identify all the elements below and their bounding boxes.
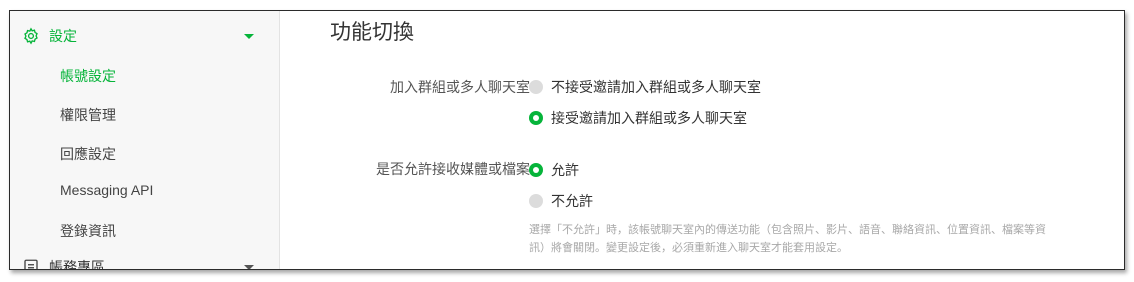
radio-label: 不允許 bbox=[551, 193, 593, 209]
radio-disallow[interactable]: 不允許 bbox=[529, 191, 593, 211]
sidebar-section-label: 帳務專區 bbox=[49, 259, 105, 270]
sidebar-item-permissions[interactable]: 權限管理 bbox=[60, 105, 116, 125]
sidebar: 設定 帳號設定 權限管理 回應設定 Messaging API 登錄資訊 帳務專… bbox=[10, 11, 280, 269]
sidebar-section-label: 設定 bbox=[49, 28, 77, 44]
radio-circle bbox=[529, 111, 543, 125]
sidebar-item-account-settings[interactable]: 帳號設定 bbox=[60, 66, 116, 86]
hint-line: 訊）將會關閉。變更設定後，必須重新進入聊天室才能套用設定。 bbox=[529, 242, 848, 254]
sidebar-item-response-settings[interactable]: 回應設定 bbox=[60, 144, 116, 164]
document-icon bbox=[22, 258, 40, 269]
radio-label: 不接受邀請加入群組或多人聊天室 bbox=[551, 79, 761, 95]
radio-circle bbox=[529, 80, 543, 94]
radio-decline-invite[interactable]: 不接受邀請加入群組或多人聊天室 bbox=[529, 77, 761, 97]
sidebar-section-settings[interactable]: 設定 bbox=[10, 20, 279, 52]
main-content: 功能切換 加入群組或多人聊天室 不接受邀請加入群組或多人聊天室 接受邀請加入群組… bbox=[280, 11, 1124, 269]
media-hint-text: 選擇「不允許」時，該帳號聊天室內的傳送功能（包含照片、影片、語音、聯絡資訊、位置… bbox=[529, 221, 1101, 257]
caret-down-icon bbox=[244, 264, 254, 269]
media-files-label: 是否允許接收媒體或檔案 bbox=[376, 161, 530, 177]
hint-line: 選擇「不允許」時，該帳號聊天室內的傳送功能（包含照片、影片、語音、聯絡資訊、位置… bbox=[529, 224, 1046, 236]
radio-allow[interactable]: 允許 bbox=[529, 160, 579, 180]
sidebar-item-messaging-api[interactable]: Messaging API bbox=[60, 182, 153, 198]
radio-accept-invite[interactable]: 接受邀請加入群組或多人聊天室 bbox=[529, 108, 747, 128]
radio-circle bbox=[529, 194, 543, 208]
page-title: 功能切換 bbox=[330, 21, 414, 44]
gear-icon bbox=[22, 27, 40, 45]
sidebar-item-login-info[interactable]: 登錄資訊 bbox=[60, 221, 116, 241]
radio-circle bbox=[529, 163, 543, 177]
group-invite-label: 加入群組或多人聊天室 bbox=[390, 79, 530, 95]
radio-label: 允許 bbox=[551, 162, 579, 178]
caret-down-icon bbox=[244, 33, 254, 39]
app-window: 設定 帳號設定 權限管理 回應設定 Messaging API 登錄資訊 帳務專… bbox=[9, 10, 1125, 270]
radio-label: 接受邀請加入群組或多人聊天室 bbox=[551, 110, 747, 126]
sidebar-section-account[interactable]: 帳務專區 bbox=[10, 251, 279, 270]
